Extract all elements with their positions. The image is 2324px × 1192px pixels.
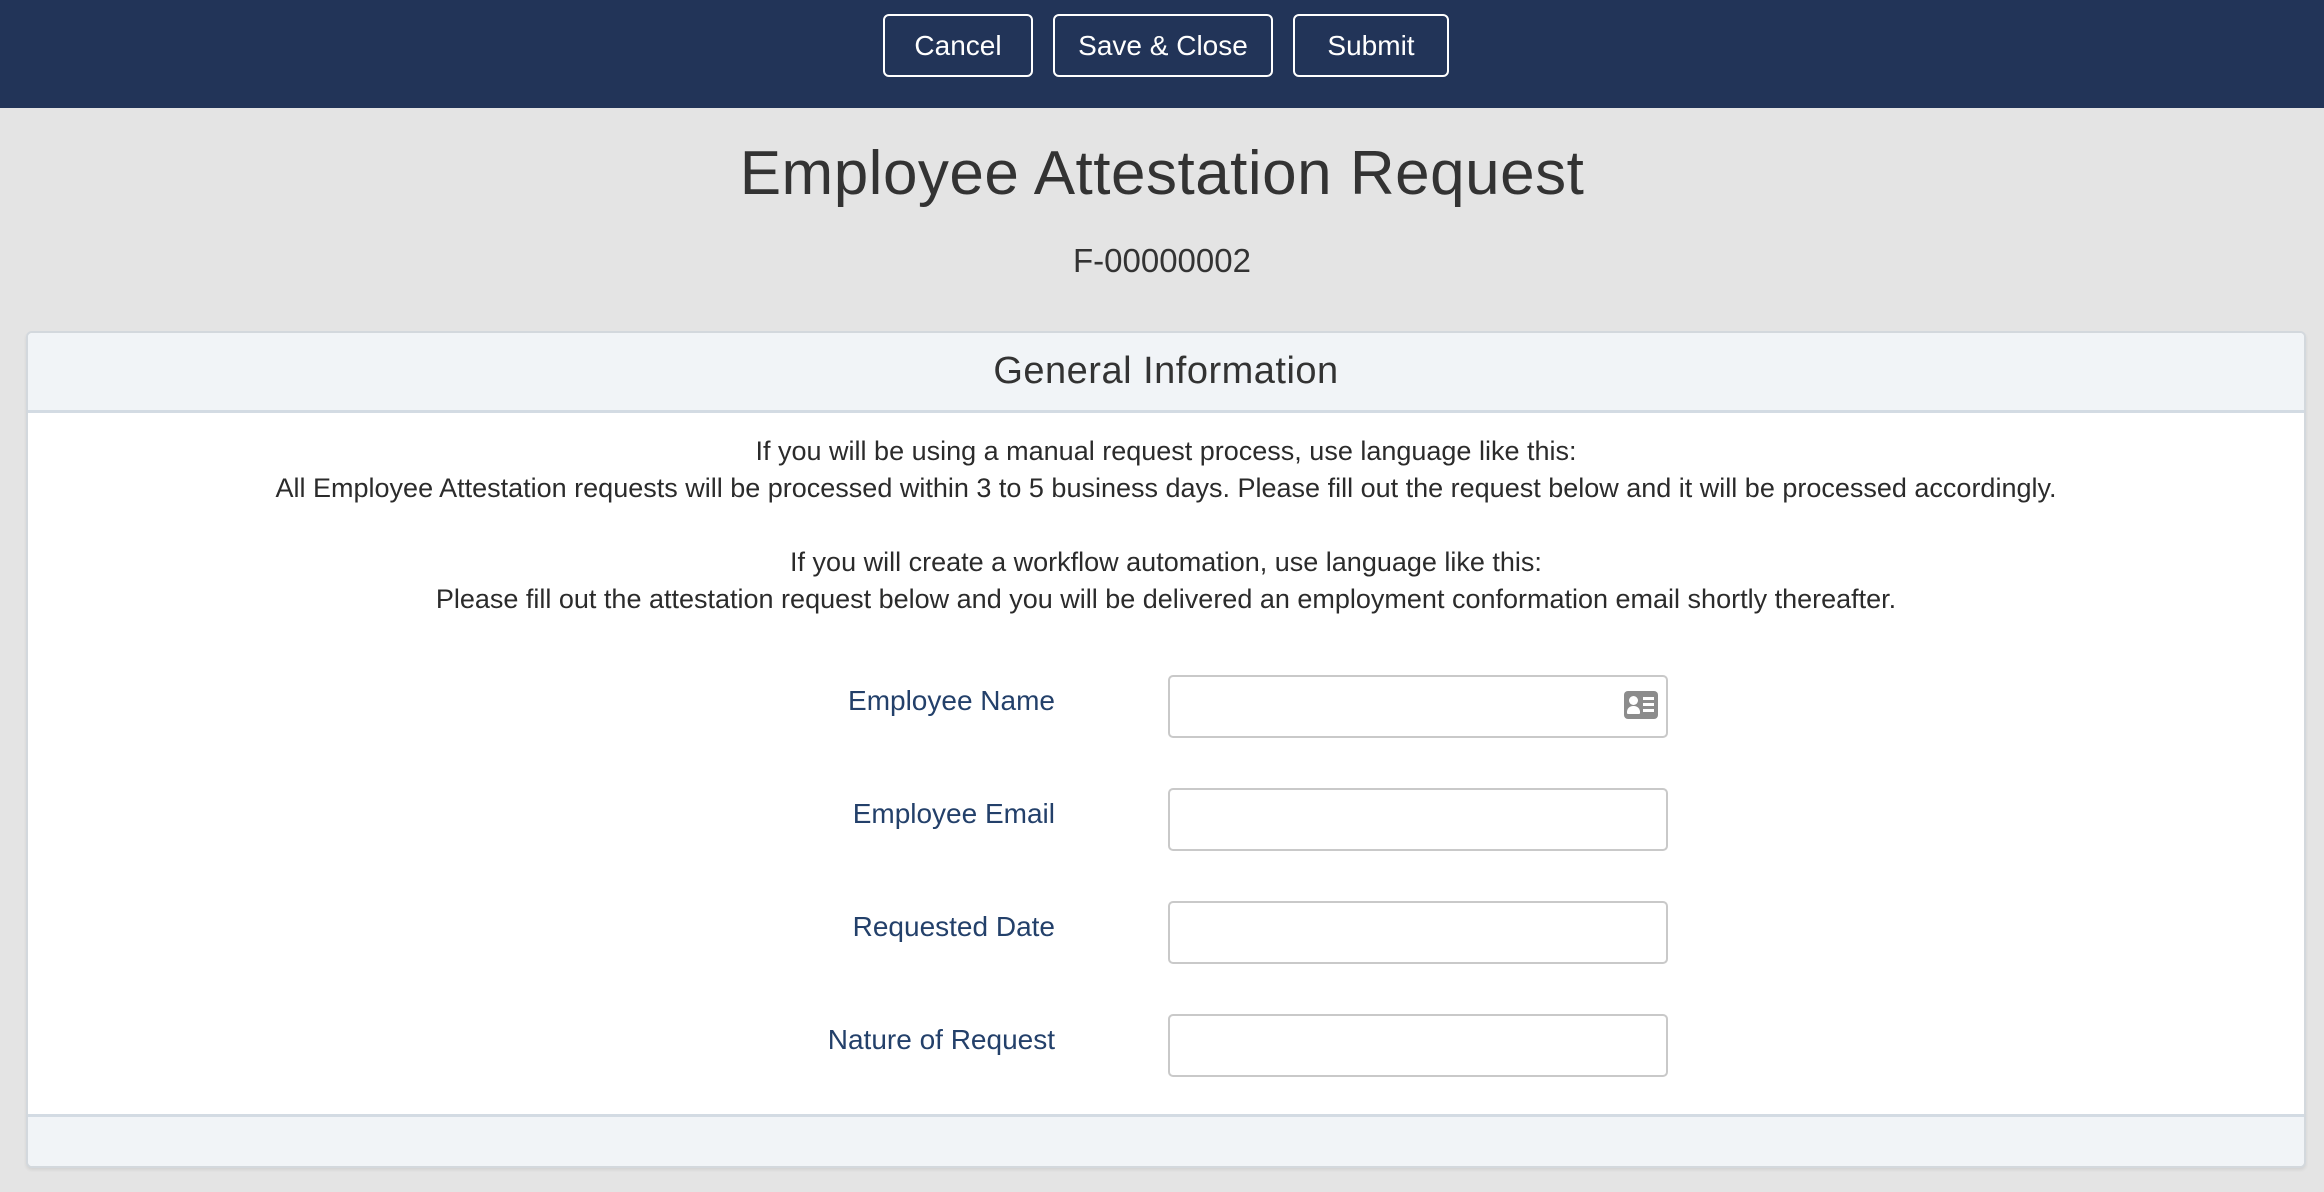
employee-name-input[interactable] (1168, 675, 1668, 738)
requested-date-input[interactable] (1168, 901, 1668, 964)
intro-line-4: Please fill out the attestation request … (435, 584, 1897, 614)
section-footer (28, 1114, 2304, 1166)
section-title: General Information (993, 350, 1339, 392)
intro-line-3: If you will create a workflow automation… (790, 547, 1542, 577)
top-action-bar: Cancel Save & Close Submit (0, 0, 2324, 108)
general-information-section: General Information If you will be using… (26, 331, 2306, 1168)
cancel-button[interactable]: Cancel (883, 14, 1033, 77)
intro-line-2: All Employee Attestation requests will b… (275, 473, 2057, 503)
intro-line-1: If you will be using a manual request pr… (755, 436, 1577, 466)
nature-of-request-label: Nature of Request (827, 1024, 1055, 1055)
record-id: F-00000002 (1073, 242, 1251, 279)
save-close-button[interactable]: Save & Close (1053, 14, 1273, 77)
employee-email-input[interactable] (1168, 788, 1668, 851)
section-header: General Information (28, 333, 2304, 413)
submit-button[interactable]: Submit (1293, 14, 1449, 77)
employee-email-label: Employee Email (852, 798, 1055, 829)
employee-name-label: Employee Name (848, 685, 1055, 716)
contact-card-icon[interactable] (1624, 691, 1658, 719)
section-intro-text: If you will be using a manual request pr… (28, 433, 2304, 618)
requested-date-label: Requested Date (852, 911, 1055, 942)
nature-of-request-input[interactable] (1168, 1014, 1668, 1077)
page-title: Employee Attestation Request (739, 139, 1585, 208)
